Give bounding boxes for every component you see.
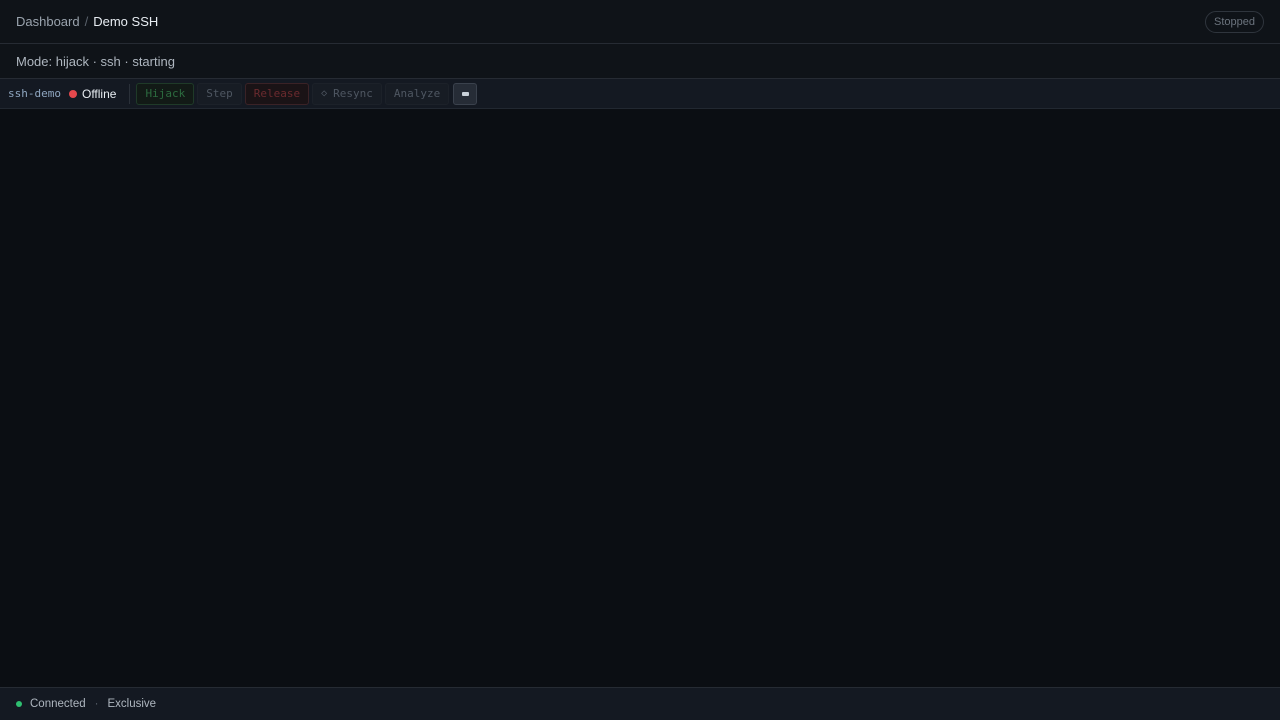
footer-connection-label: Connected bbox=[30, 698, 86, 710]
toolbar-divider bbox=[129, 83, 131, 104]
analyze-button-label: Analyze bbox=[393, 86, 441, 100]
keyboard-icon bbox=[461, 91, 469, 96]
breadcrumb: Dashboard / Demo SSH bbox=[16, 14, 158, 29]
footer-mode-label: Exclusive bbox=[107, 698, 157, 710]
breadcrumb-dashboard-link[interactable]: Dashboard bbox=[16, 14, 80, 29]
terminal-toolbar: ssh-demo Offline Hijack Step Release ◇ R… bbox=[0, 79, 1280, 109]
footer-separator: · bbox=[94, 698, 99, 710]
session-name: ssh-demo bbox=[8, 87, 61, 100]
step-button[interactable]: Step bbox=[197, 82, 242, 105]
breadcrumb-current-page: Demo SSH bbox=[93, 14, 159, 29]
connected-status-dot-icon bbox=[16, 701, 22, 707]
offline-status-dot-icon bbox=[68, 89, 77, 98]
analyze-button[interactable]: Analyze bbox=[384, 82, 450, 105]
session-status-badge: Stopped bbox=[1205, 10, 1264, 33]
status-footer: Connected · Exclusive bbox=[0, 687, 1280, 720]
step-button-label: Step bbox=[206, 86, 233, 100]
breadcrumb-separator: / bbox=[84, 14, 89, 29]
terminal-viewport[interactable] bbox=[0, 109, 1280, 687]
hijack-button[interactable]: Hijack bbox=[136, 82, 195, 105]
header-bar: Dashboard / Demo SSH Stopped bbox=[0, 0, 1280, 44]
hijack-button-label: Hijack bbox=[145, 86, 186, 100]
connection-status: Offline bbox=[68, 86, 117, 101]
resync-button-label: Resync bbox=[333, 86, 373, 100]
mode-bar: Mode: hijack · ssh · starting bbox=[0, 44, 1280, 79]
app-window: Dashboard / Demo SSH Stopped Mode: hijac… bbox=[0, 0, 1280, 720]
mode-description: Mode: hijack · ssh · starting bbox=[16, 53, 175, 69]
release-button-label: Release bbox=[253, 86, 301, 100]
keyboard-toggle-button[interactable] bbox=[453, 82, 478, 105]
connection-status-label: Offline bbox=[81, 86, 117, 101]
resync-button[interactable]: ◇ Resync bbox=[312, 82, 382, 105]
release-button[interactable]: Release bbox=[244, 82, 310, 105]
resync-icon: ◇ bbox=[321, 87, 328, 99]
